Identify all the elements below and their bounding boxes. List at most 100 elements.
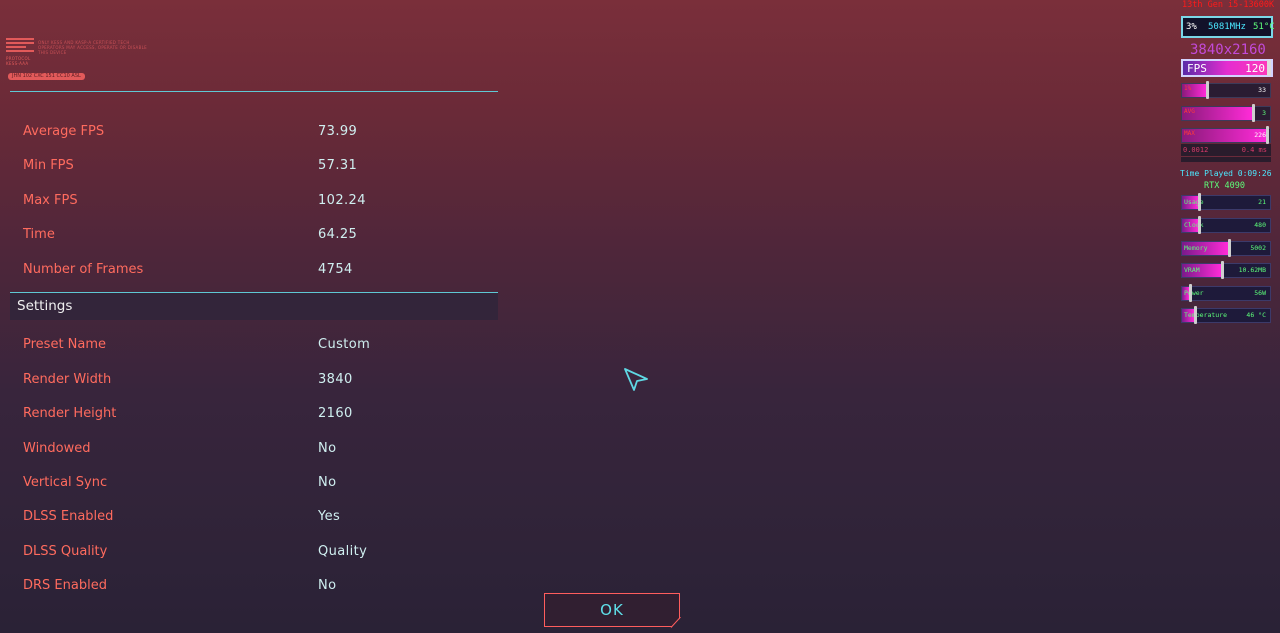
bar-label: MAX bbox=[1184, 130, 1195, 137]
bar-knob bbox=[1194, 306, 1198, 324]
result-label: Min FPS bbox=[23, 158, 74, 173]
setting-value: Yes bbox=[318, 509, 341, 524]
bar-label: Temperature bbox=[1184, 311, 1228, 319]
bar-value: 33 bbox=[1258, 86, 1266, 94]
setting-row-preset-name: Preset Name Custom bbox=[23, 337, 483, 359]
setting-label: Render Height bbox=[23, 406, 117, 421]
setting-row-dlss-quality: DLSS Quality Quality bbox=[23, 544, 483, 566]
setting-row-vertical-sync: Vertical Sync No bbox=[23, 475, 483, 497]
setting-value: No bbox=[318, 475, 337, 490]
setting-row-render-height: Render Height 2160 bbox=[23, 406, 483, 428]
setting-value: 2160 bbox=[318, 406, 353, 421]
bar-label: AVG bbox=[1184, 108, 1195, 115]
gpu-stat-bar: Memory 5002 bbox=[1181, 239, 1271, 257]
frametime-line bbox=[1181, 156, 1271, 157]
result-label: Time bbox=[23, 227, 55, 242]
fps-stat-bar: 1% 33 bbox=[1181, 81, 1271, 99]
bar-knob bbox=[1252, 104, 1256, 122]
logo-tag: JHN 102 CXC 151 CC10 ASL bbox=[8, 73, 85, 80]
result-row-time: Time 64.25 bbox=[23, 227, 483, 249]
result-row-min-fps: Min FPS 57.31 bbox=[23, 158, 483, 180]
logo-caption: PROTOCOL KESS-AAA bbox=[6, 56, 31, 66]
result-value: 73.99 bbox=[318, 124, 358, 139]
fps-label: FPS bbox=[1187, 62, 1207, 75]
bar-label: 1% bbox=[1184, 85, 1192, 92]
setting-row-dlss-enabled: DLSS Enabled Yes bbox=[23, 509, 483, 531]
bar-value: 3 bbox=[1262, 109, 1266, 117]
performance-overlay: 13th Gen i5-13600K 3% 5081MHz 51°C 3840x… bbox=[1180, 0, 1280, 333]
fps-value: 120 bbox=[1245, 62, 1265, 75]
fps-stat-bar: AVG 3 bbox=[1181, 104, 1271, 122]
setting-value: No bbox=[318, 441, 337, 456]
result-value: 57.31 bbox=[318, 158, 358, 173]
bar-value: 226 bbox=[1254, 131, 1266, 139]
pointer-cursor-icon bbox=[624, 368, 648, 391]
result-row-max-fps: Max FPS 102.24 bbox=[23, 193, 483, 215]
resolution-readout: 3840x2160 bbox=[1190, 42, 1266, 58]
setting-value: Custom bbox=[318, 337, 371, 352]
frametime-right: 0.4 ms bbox=[1241, 146, 1267, 154]
result-row-number-of-frames: Number of Frames 4754 bbox=[23, 262, 483, 284]
setting-row-drs-enabled: DRS Enabled No bbox=[23, 578, 483, 600]
setting-label: Windowed bbox=[23, 441, 91, 456]
frametime-left: 0.0012 bbox=[1183, 146, 1209, 154]
bar-label: Power bbox=[1184, 289, 1204, 297]
gpu-stat-bar: VRAM 10.62MB bbox=[1181, 261, 1271, 279]
cpu-temp: 51°C bbox=[1253, 22, 1275, 32]
bar-knob bbox=[1227, 239, 1231, 257]
gpu-stat-bar: Usage 21 bbox=[1181, 193, 1271, 211]
bar-knob bbox=[1197, 193, 1201, 211]
bar-knob bbox=[1265, 126, 1269, 144]
setting-label: DLSS Enabled bbox=[23, 509, 114, 524]
bar-value: 56W bbox=[1254, 289, 1266, 297]
gpu-stat-bar: Temperature 46 °C bbox=[1181, 306, 1271, 324]
bar-value: 480 bbox=[1254, 221, 1266, 229]
bar-value: 46 °C bbox=[1246, 311, 1266, 319]
bar-value: 21 bbox=[1258, 198, 1266, 206]
logo-description: ONLY KESS AND KASP-A CERTIFIED TECH OPER… bbox=[38, 40, 147, 55]
setting-label: Vertical Sync bbox=[23, 475, 108, 490]
setting-label: Render Width bbox=[23, 372, 112, 387]
logo-mark-icon bbox=[6, 38, 34, 56]
setting-row-windowed: Windowed No bbox=[23, 441, 483, 463]
cpu-title: 13th Gen i5-13600K bbox=[1182, 0, 1275, 10]
setting-label: Preset Name bbox=[23, 337, 107, 352]
result-label: Number of Frames bbox=[23, 262, 144, 277]
result-value: 4754 bbox=[318, 262, 353, 277]
result-label: Average FPS bbox=[23, 124, 105, 139]
ok-button[interactable]: OK bbox=[544, 593, 680, 627]
setting-value: Quality bbox=[318, 544, 368, 559]
bar-value: 5002 bbox=[1250, 244, 1266, 252]
gpu-stat-bar: Clock 480 bbox=[1181, 216, 1271, 234]
result-value: 64.25 bbox=[318, 227, 358, 242]
bar-label: VRAM bbox=[1184, 266, 1200, 274]
button-corner-icon bbox=[670, 617, 681, 628]
frametime-graph: 0.0012 0.4 ms bbox=[1181, 144, 1271, 162]
protocol-logo: PROTOCOL KESS-AAA ONLY KESS AND KASP-A C… bbox=[6, 38, 147, 84]
setting-value: 3840 bbox=[318, 372, 353, 387]
bar-knob bbox=[1197, 216, 1201, 234]
bar-knob bbox=[1220, 261, 1224, 279]
settings-section-header: Settings bbox=[10, 293, 498, 320]
results-divider bbox=[10, 91, 498, 92]
fps-bar-knob bbox=[1267, 60, 1271, 76]
settings-title: Settings bbox=[17, 298, 73, 314]
time-played: Time Played 0:09:26 bbox=[1180, 169, 1272, 178]
bar-label: Memory bbox=[1184, 244, 1208, 252]
cpu-usage: 3% bbox=[1186, 22, 1197, 32]
fps-bar: FPS 120 bbox=[1181, 59, 1273, 77]
fps-stat-bar: MAX 226 bbox=[1181, 126, 1271, 144]
bar-knob bbox=[1205, 81, 1209, 99]
setting-value: No bbox=[318, 578, 337, 593]
cpu-clock: 5081MHz bbox=[1208, 22, 1246, 32]
setting-label: DRS Enabled bbox=[23, 578, 107, 593]
result-label: Max FPS bbox=[23, 193, 78, 208]
result-value: 102.24 bbox=[318, 193, 366, 208]
setting-label: DLSS Quality bbox=[23, 544, 108, 559]
gpu-name: RTX 4090 bbox=[1204, 181, 1245, 191]
gpu-stat-bar: Power 56W bbox=[1181, 284, 1271, 302]
result-row-average-fps: Average FPS 73.99 bbox=[23, 124, 483, 146]
bar-knob bbox=[1189, 284, 1193, 302]
cpu-stats-box: 3% 5081MHz 51°C bbox=[1181, 16, 1275, 38]
bar-value: 10.62MB bbox=[1238, 266, 1266, 274]
